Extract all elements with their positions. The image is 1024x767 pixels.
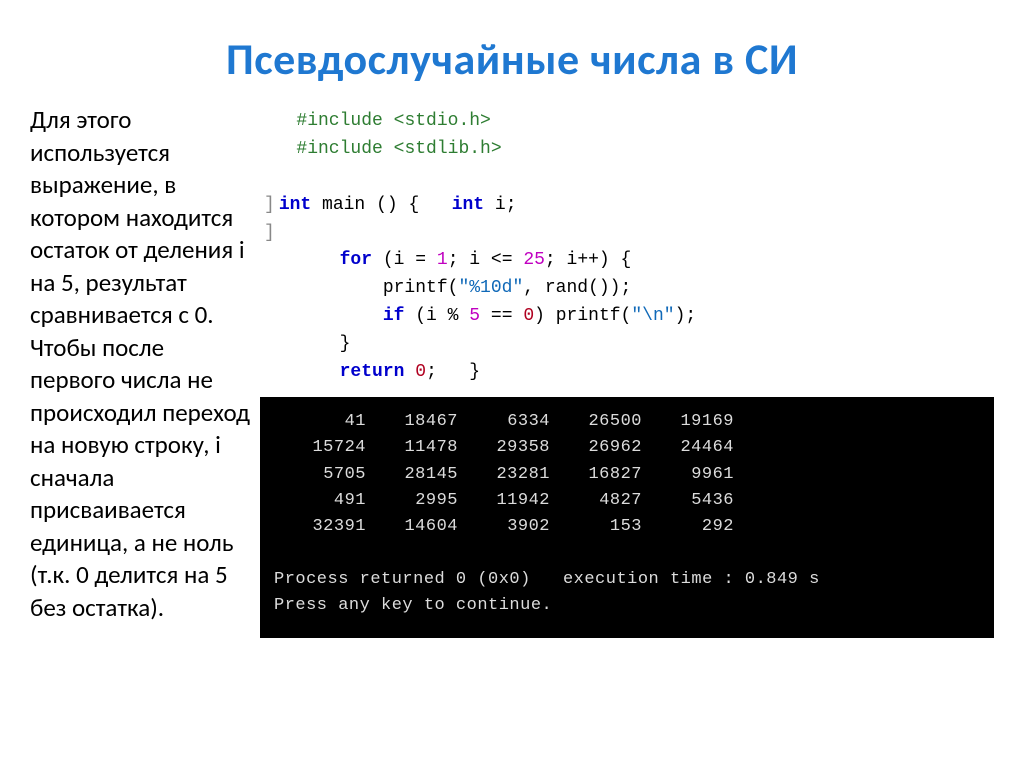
table-row: 1572411478293582696224464 [274, 435, 980, 461]
explanation-text: Для этого используется выражение, в кото… [30, 104, 252, 638]
table-row: 32391146043902153292 [274, 514, 980, 540]
console-output: 4118467633426500191691572411478293582696… [260, 397, 994, 638]
preproc: #include <stdio.h> [296, 111, 490, 131]
process-return-line: Process returned 0 (0x0) execution time … [274, 570, 820, 589]
press-key-line: Press any key to continue. [274, 596, 552, 615]
slide: Псевдослучайные числа в СИ Для этого исп… [0, 0, 1024, 767]
table-row: 49129951194248275436 [274, 488, 980, 514]
code-block: #include <stdio.h> #include <stdlib.h> ]… [260, 104, 994, 397]
body-columns: Для этого используется выражение, в кото… [30, 104, 994, 638]
preproc: #include <stdlib.h> [296, 139, 501, 159]
right-column: #include <stdio.h> #include <stdlib.h> ]… [260, 104, 994, 638]
table-row: 57052814523281168279961 [274, 462, 980, 488]
page-title: Псевдослучайные числа в СИ [30, 32, 994, 86]
table-row: 411846763342650019169 [274, 409, 980, 435]
